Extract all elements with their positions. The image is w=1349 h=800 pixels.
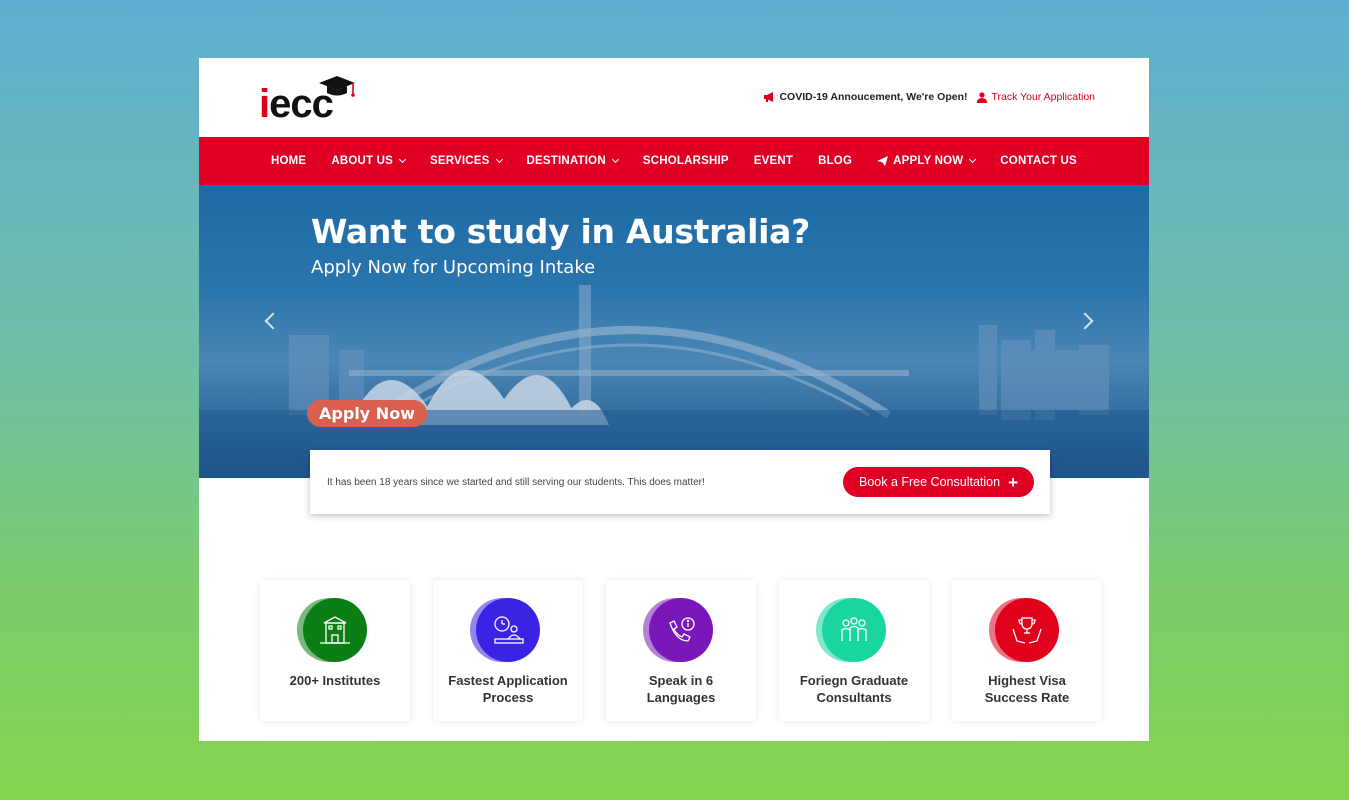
chevron-down-icon [969, 155, 977, 164]
nav-event-label: EVENT [753, 155, 794, 167]
covid-announcement-link[interactable]: COVID-19 Annoucement, We're Open! [763, 91, 967, 103]
feature-card: Fastest Application Process [433, 580, 583, 721]
nav-services[interactable]: SERVICES [429, 155, 503, 167]
nav-home-label: HOME [271, 155, 307, 167]
top-links: COVID-19 Annoucement, We're Open! Track … [763, 91, 1095, 103]
track-application-label: Track Your Application [991, 91, 1095, 103]
nav-apply-now-label: APPLY NOW [893, 155, 964, 167]
page-frame: iecc COVID-19 Annoucement, We're Open! T… [199, 58, 1149, 741]
feature-label: Speak in 6 Languages [646, 673, 716, 705]
feature-card: Highest Visa Success Rate [952, 580, 1102, 721]
clock-desk-icon [476, 598, 540, 662]
nav-event[interactable]: EVENT [754, 155, 793, 167]
info-text: It has been 18 years since we started an… [327, 476, 705, 488]
features-row: 200+ Institutes Fastest Application Proc… [260, 580, 1102, 721]
book-consultation-label: Book a Free Consultation [859, 475, 1001, 489]
covid-announcement-label: COVID-19 Annoucement, We're Open! [779, 91, 968, 103]
phone-info-icon [649, 598, 713, 662]
track-application-link[interactable]: Track Your Application [977, 91, 1095, 103]
user-icon [977, 91, 988, 103]
feature-label: 200+ Institutes [289, 673, 381, 688]
nav-blog[interactable]: BLOG [818, 155, 852, 167]
nav-scholarship-label: SCHOLARSHIP [642, 155, 729, 167]
nav-contact-us[interactable]: CONTACT US [1000, 155, 1077, 167]
paper-plane-icon [877, 156, 889, 166]
nav-destination-label: DESTINATION [526, 155, 606, 167]
main-nav: HOME ABOUT US SERVICES DESTINATION SCHOL… [199, 137, 1149, 185]
feature-icon-wrap [643, 598, 713, 662]
hero-apply-now-button[interactable]: Apply Now [307, 400, 427, 427]
nav-about-us-label: ABOUT US [331, 155, 393, 167]
feature-icon-wrap [816, 598, 886, 662]
feature-icon-wrap [989, 598, 1059, 662]
building-icon [303, 598, 367, 662]
nav-home[interactable]: HOME [271, 155, 306, 167]
nav-apply-now[interactable]: APPLY NOW [877, 155, 977, 167]
feature-card: Speak in 6 Languages [606, 580, 756, 721]
plus-icon: + [1008, 472, 1018, 492]
logo[interactable]: iecc [259, 74, 359, 124]
graduation-cap-icon [319, 76, 355, 97]
nav-contact-us-label: CONTACT US [1000, 155, 1077, 167]
hero-title: Want to study in Australia? [311, 212, 810, 251]
top-bar: iecc COVID-19 Annoucement, We're Open! T… [199, 58, 1149, 137]
chevron-down-icon [611, 155, 619, 164]
nav-destination[interactable]: DESTINATION [526, 155, 619, 167]
nav-scholarship[interactable]: SCHOLARSHIP [643, 155, 729, 167]
feature-card: 200+ Institutes [260, 580, 410, 721]
nav-about-us[interactable]: ABOUT US [331, 155, 407, 167]
team-icon [822, 598, 886, 662]
megaphone-icon [764, 92, 774, 102]
chevron-down-icon [398, 155, 407, 164]
hero-subtitle: Apply Now for Upcoming Intake [311, 257, 596, 278]
feature-label: Highest Visa Success Rate [984, 673, 1070, 705]
feature-card: Foriegn Graduate Consultants [779, 580, 929, 721]
feature-label: Foriegn Graduate Consultants [799, 673, 909, 705]
nav-services-label: SERVICES [429, 155, 490, 167]
info-banner: It has been 18 years since we started an… [310, 450, 1050, 514]
nav-blog-label: BLOG [818, 155, 853, 167]
chevron-down-icon [495, 155, 503, 164]
feature-label: Fastest Application Process [448, 673, 568, 705]
feature-icon-wrap [470, 598, 540, 662]
trophy-hands-icon [995, 598, 1059, 662]
book-consultation-button[interactable]: Book a Free Consultation + [843, 467, 1034, 497]
hero-slider: Want to study in Australia? Apply Now fo… [199, 185, 1149, 478]
feature-icon-wrap [297, 598, 367, 662]
